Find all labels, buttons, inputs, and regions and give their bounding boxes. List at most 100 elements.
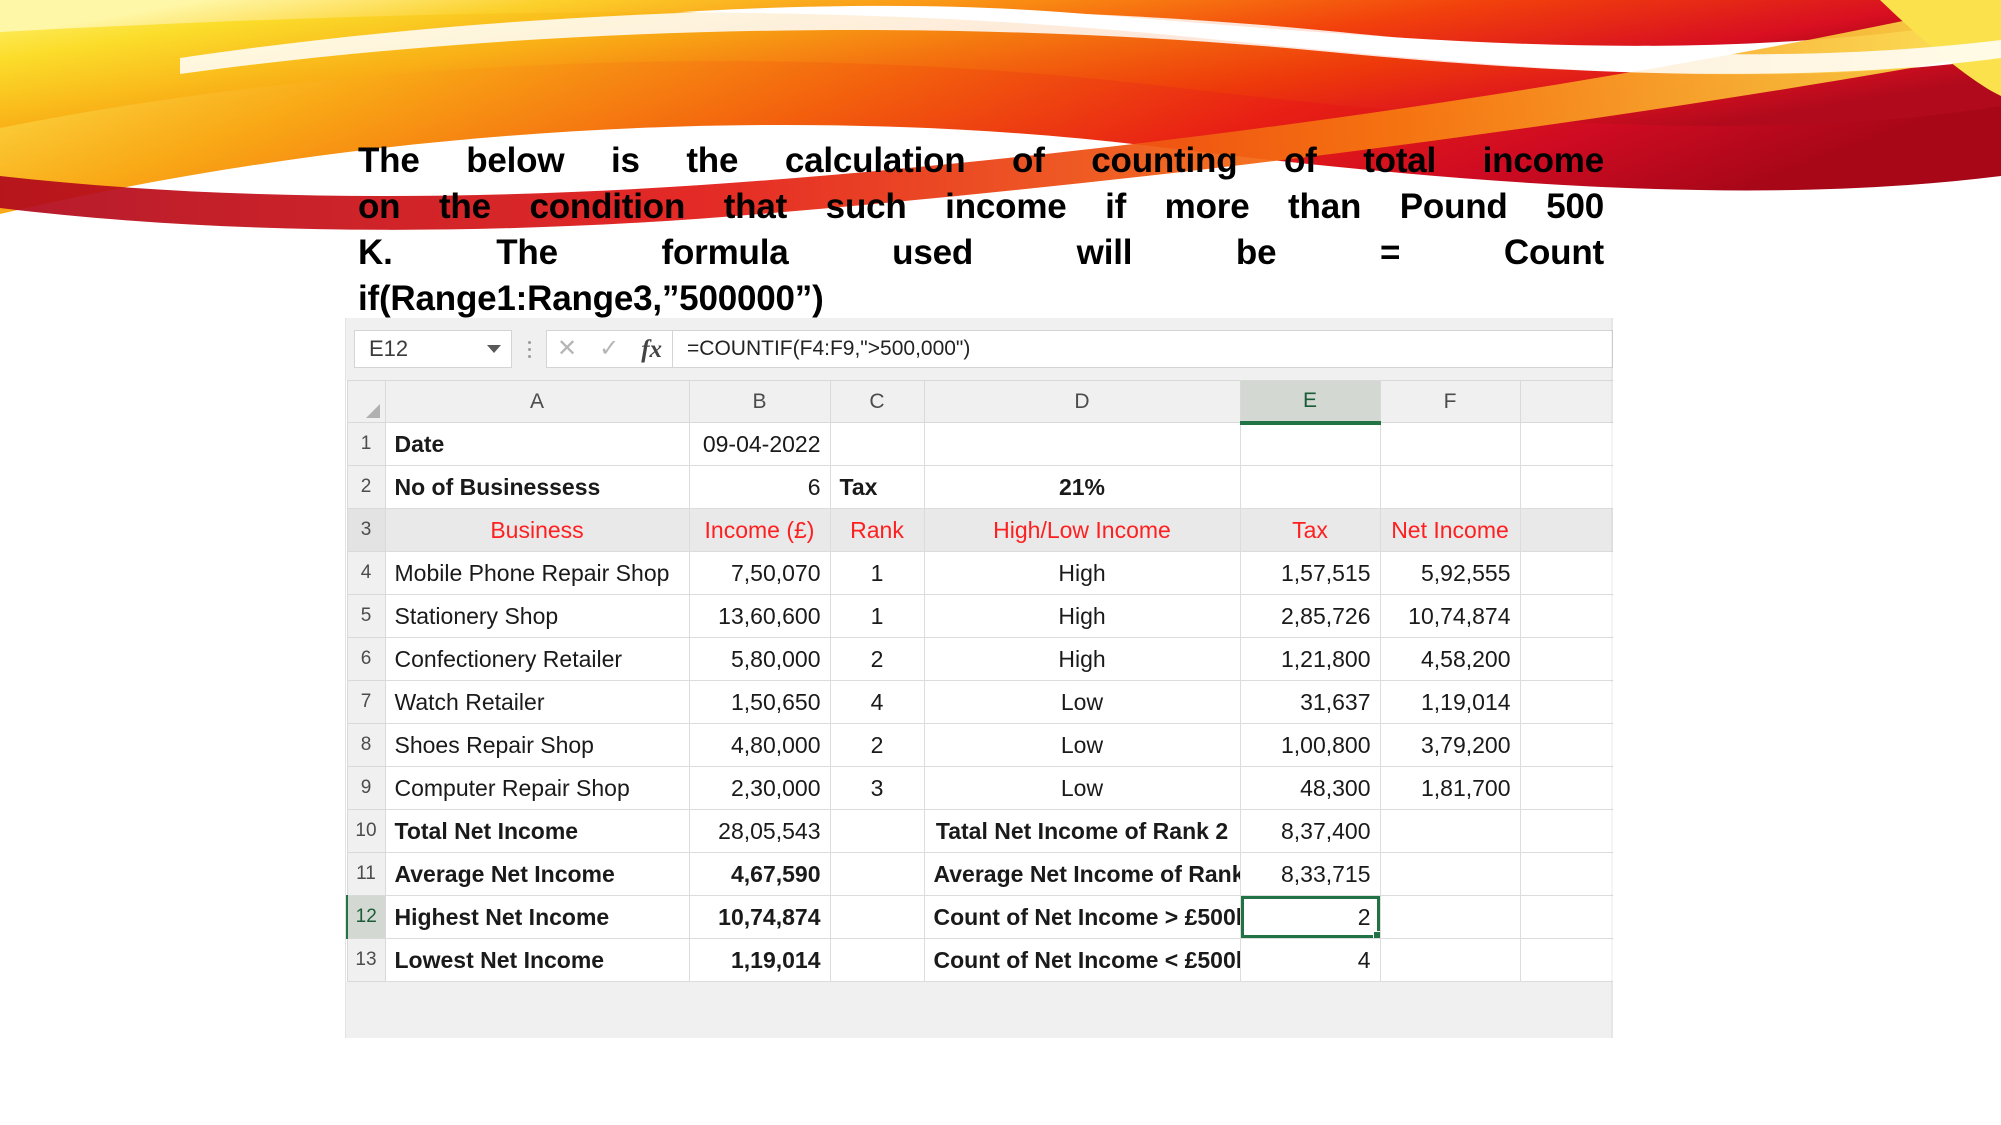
- cell-B7[interactable]: 1,50,650: [688, 680, 831, 724]
- cell-A6[interactable]: Confectionery Retailer: [384, 637, 690, 681]
- cell-D13[interactable]: Count of Net Income < £500k: [923, 938, 1241, 982]
- column-header-G[interactable]: [1519, 380, 1613, 423]
- cell-B5[interactable]: 13,60,600: [688, 594, 831, 638]
- row-header-1[interactable]: 1: [346, 422, 386, 466]
- cell-A9[interactable]: Computer Repair Shop: [384, 766, 690, 810]
- cell-B3[interactable]: Income (£): [688, 508, 831, 552]
- cell-B12[interactable]: 10,74,874: [688, 895, 831, 939]
- cell-A5[interactable]: Stationery Shop: [384, 594, 690, 638]
- row-header-2[interactable]: 2: [346, 465, 386, 509]
- cell-E10[interactable]: 8,37,400: [1239, 809, 1381, 853]
- cell-C10[interactable]: [829, 809, 925, 853]
- row-header-4[interactable]: 4: [346, 551, 386, 595]
- cell-D11[interactable]: Average Net Income of Rank 1: [923, 852, 1241, 896]
- name-box[interactable]: E12: [354, 330, 512, 368]
- cell-B13[interactable]: 1,19,014: [688, 938, 831, 982]
- cell-G1[interactable]: [1519, 422, 1613, 466]
- cell-E4[interactable]: 1,57,515: [1239, 551, 1381, 595]
- cell-E9[interactable]: 48,300: [1239, 766, 1381, 810]
- row-header-8[interactable]: 8: [346, 723, 386, 767]
- cell-F6[interactable]: 4,58,200: [1379, 637, 1521, 681]
- insert-function-icon[interactable]: fx: [641, 337, 662, 362]
- cell-C6[interactable]: 2: [829, 637, 925, 681]
- cell-A7[interactable]: Watch Retailer: [384, 680, 690, 724]
- row-header-6[interactable]: 6: [346, 637, 386, 681]
- cell-E8[interactable]: 1,00,800: [1239, 723, 1381, 767]
- cell-C12[interactable]: [829, 895, 925, 939]
- cell-G9[interactable]: [1519, 766, 1613, 810]
- cell-E12[interactable]: 2: [1239, 895, 1381, 939]
- cell-B1[interactable]: 09-04-2022: [688, 422, 831, 466]
- chevron-down-icon[interactable]: [487, 345, 501, 353]
- row-header-7[interactable]: 7: [346, 680, 386, 724]
- column-header-B[interactable]: B: [688, 380, 831, 423]
- row-header-9[interactable]: 9: [346, 766, 386, 810]
- cell-E7[interactable]: 31,637: [1239, 680, 1381, 724]
- cell-G3[interactable]: [1519, 508, 1613, 552]
- row-header-11[interactable]: 11: [346, 852, 386, 896]
- cell-D12[interactable]: Count of Net Income > £500k: [923, 895, 1241, 939]
- cell-D2[interactable]: 21%: [923, 465, 1241, 509]
- cell-F10[interactable]: [1379, 809, 1521, 853]
- confirm-check-icon[interactable]: ✓: [599, 337, 619, 361]
- cell-B11[interactable]: 4,67,590: [688, 852, 831, 896]
- cell-G7[interactable]: [1519, 680, 1613, 724]
- cell-F11[interactable]: [1379, 852, 1521, 896]
- row-header-12[interactable]: 12: [346, 895, 386, 939]
- cell-G12[interactable]: [1519, 895, 1613, 939]
- cell-G5[interactable]: [1519, 594, 1613, 638]
- cell-D6[interactable]: High: [923, 637, 1241, 681]
- cell-B8[interactable]: 4,80,000: [688, 723, 831, 767]
- cancel-x-icon[interactable]: ✕: [557, 337, 577, 361]
- cell-B9[interactable]: 2,30,000: [688, 766, 831, 810]
- cell-D9[interactable]: Low: [923, 766, 1241, 810]
- cell-G4[interactable]: [1519, 551, 1613, 595]
- cell-E1[interactable]: [1239, 422, 1381, 466]
- cell-C1[interactable]: [829, 422, 925, 466]
- cell-A2[interactable]: No of Businessess: [384, 465, 690, 509]
- cell-F13[interactable]: [1379, 938, 1521, 982]
- select-all-corner[interactable]: [346, 380, 386, 423]
- cell-B2[interactable]: 6: [688, 465, 831, 509]
- cell-D1[interactable]: [923, 422, 1241, 466]
- cell-F2[interactable]: [1379, 465, 1521, 509]
- cell-C4[interactable]: 1: [829, 551, 925, 595]
- cell-D4[interactable]: High: [923, 551, 1241, 595]
- row-header-3[interactable]: 3: [346, 508, 386, 552]
- column-header-F[interactable]: F: [1379, 380, 1521, 423]
- cell-C9[interactable]: 3: [829, 766, 925, 810]
- cell-G8[interactable]: [1519, 723, 1613, 767]
- cell-F12[interactable]: [1379, 895, 1521, 939]
- cell-G10[interactable]: [1519, 809, 1613, 853]
- cell-C3[interactable]: Rank: [829, 508, 925, 552]
- formula-input[interactable]: =COUNTIF(F4:F9,">500,000"): [673, 330, 1613, 368]
- cell-A13[interactable]: Lowest Net Income: [384, 938, 690, 982]
- cell-F4[interactable]: 5,92,555: [1379, 551, 1521, 595]
- column-header-E[interactable]: E: [1239, 380, 1381, 425]
- cell-A4[interactable]: Mobile Phone Repair Shop: [384, 551, 690, 595]
- cell-A12[interactable]: Highest Net Income: [384, 895, 690, 939]
- cell-B10[interactable]: 28,05,543: [688, 809, 831, 853]
- cell-C11[interactable]: [829, 852, 925, 896]
- row-header-13[interactable]: 13: [346, 938, 386, 982]
- cell-B6[interactable]: 5,80,000: [688, 637, 831, 681]
- cell-A1[interactable]: Date: [384, 422, 690, 466]
- cell-A10[interactable]: Total Net Income: [384, 809, 690, 853]
- cell-C5[interactable]: 1: [829, 594, 925, 638]
- row-header-10[interactable]: 10: [346, 809, 386, 853]
- cell-F5[interactable]: 10,74,874: [1379, 594, 1521, 638]
- cell-F9[interactable]: 1,81,700: [1379, 766, 1521, 810]
- cell-E5[interactable]: 2,85,726: [1239, 594, 1381, 638]
- cell-F1[interactable]: [1379, 422, 1521, 466]
- cell-E6[interactable]: 1,21,800: [1239, 637, 1381, 681]
- cell-A3[interactable]: Business: [384, 508, 690, 552]
- cell-D7[interactable]: Low: [923, 680, 1241, 724]
- cell-A11[interactable]: Average Net Income: [384, 852, 690, 896]
- cell-F7[interactable]: 1,19,014: [1379, 680, 1521, 724]
- cell-D5[interactable]: High: [923, 594, 1241, 638]
- cell-D3[interactable]: High/Low Income: [923, 508, 1241, 552]
- cell-E13[interactable]: 4: [1239, 938, 1381, 982]
- cell-G13[interactable]: [1519, 938, 1613, 982]
- column-header-C[interactable]: C: [829, 380, 925, 423]
- cell-E2[interactable]: [1239, 465, 1381, 509]
